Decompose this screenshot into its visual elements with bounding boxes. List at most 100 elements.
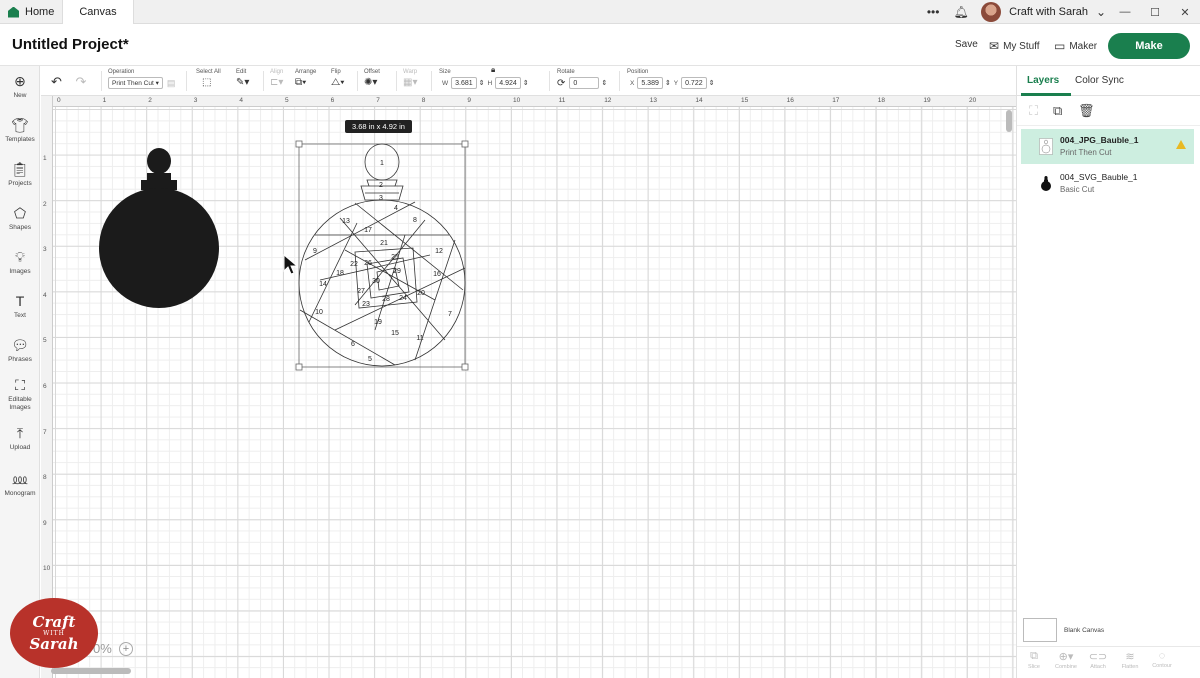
avatar[interactable] <box>981 2 1002 22</box>
sidebar-item-text[interactable]: T Text <box>0 292 40 320</box>
size-h-stepper[interactable]: ⇕ <box>523 79 529 87</box>
text-icon: T <box>15 293 25 309</box>
size-w-stepper[interactable]: ⇕ <box>479 79 485 87</box>
close-icon[interactable]: ✕ <box>1170 6 1200 19</box>
pattern-piece-number: 3 <box>379 195 383 202</box>
sidebar-item-editable-images[interactable]: ⛶ Editable Images <box>0 376 40 412</box>
selection-handle[interactable] <box>295 363 303 371</box>
layer-item-jpg-bauble[interactable]: 004_JPG_Bauble_1 Print Then Cut <box>1021 129 1194 164</box>
operation-settings-icon[interactable]: ▤ <box>167 78 176 89</box>
sidebar-item-label: Images <box>9 268 31 275</box>
toolbar-divider <box>549 71 550 91</box>
pattern-piece-number: 27 <box>357 288 365 295</box>
horizontal-scrollbar[interactable] <box>51 668 131 674</box>
pos-y-input[interactable]: 0.722 <box>681 77 707 89</box>
tab-layers[interactable]: Layers <box>1027 75 1059 86</box>
pos-x-input[interactable]: 5.389 <box>637 77 663 89</box>
sidebar-item-label: Phrases <box>8 356 32 363</box>
size-h-input[interactable]: 4.924 <box>495 77 521 89</box>
operation-select[interactable]: Print Then Cut ▾ <box>108 77 163 89</box>
pencil-icon: ✎▾ <box>236 77 250 88</box>
ruler-tick-label: 17 <box>832 97 840 104</box>
undo-icon[interactable]: ↶ <box>51 74 62 89</box>
size-w-input[interactable]: 3.681 <box>451 77 477 89</box>
redo-icon[interactable]: ↷ <box>76 74 87 89</box>
tab-home[interactable]: Home <box>0 0 62 24</box>
sidebar-item-monogram[interactable]: ⅏ Monogram <box>0 470 40 498</box>
edit-group[interactable]: Edit ✎▾ <box>236 69 249 88</box>
more-dots-icon[interactable]: ••• <box>919 5 947 19</box>
bauble-silhouette[interactable] <box>97 146 221 312</box>
combine-icon: ⊕▾ <box>1058 651 1074 663</box>
sidebar-item-phrases[interactable]: 💬︎ Phrases <box>0 336 40 364</box>
select-all-label: Select All <box>196 69 221 75</box>
bauble-hanger-shape <box>147 148 171 174</box>
select-all-group[interactable]: Select All ⬚ <box>196 69 221 88</box>
rotate-label: Rotate <box>557 69 575 75</box>
toolbar-divider <box>186 71 187 91</box>
sidebar-item-templates[interactable]: 👕︎ Templates <box>0 116 40 144</box>
layer-name: 004_JPG_Bauble_1 <box>1060 135 1139 145</box>
maker-button[interactable]: ▭ Maker <box>1054 39 1097 53</box>
bauble-body-shape <box>99 188 219 308</box>
layer-operation: Basic Cut <box>1060 185 1095 194</box>
pattern-piece-number: 19 <box>374 319 382 326</box>
pos-y-label: Y <box>673 79 679 87</box>
selection-handle[interactable] <box>461 140 469 148</box>
sidebar-item-label: Monogram <box>4 490 36 497</box>
minimize-icon[interactable]: — <box>1110 6 1140 18</box>
make-button[interactable]: Make <box>1108 33 1190 59</box>
pos-x-stepper[interactable]: ⇕ <box>665 79 671 87</box>
project-title[interactable]: Untitled Project* <box>12 36 129 53</box>
lock-icon[interactable]: 🔒︎ <box>491 65 495 75</box>
zoom-in-button[interactable]: + <box>119 642 133 656</box>
contour-button[interactable]: ◌ Contour <box>1147 650 1177 669</box>
align-label: Align <box>270 69 284 75</box>
pos-y-stepper[interactable]: ⇕ <box>709 79 715 87</box>
offset-group[interactable]: Offset ✺▾ <box>364 69 380 88</box>
slice-button[interactable]: ⧉ Slice <box>1019 650 1049 670</box>
bell-icon[interactable]: 🔔︎ <box>947 5 975 19</box>
tab-color-sync[interactable]: Color Sync <box>1075 75 1124 86</box>
maximize-icon[interactable]: ☐ <box>1140 6 1170 19</box>
group-icon[interactable]: ⛶ <box>1029 103 1038 119</box>
chevron-down-icon[interactable]: ⌄ <box>1092 5 1110 19</box>
rotate-stepper[interactable]: ⇕ <box>601 79 607 87</box>
sidebar-item-images[interactable]: 💡︎ Images <box>0 248 40 276</box>
ruler-tick-label: 15 <box>741 97 749 104</box>
warp-group[interactable]: Warp ▦▾ <box>403 69 417 88</box>
user-name[interactable]: Craft with Sarah <box>1009 6 1088 18</box>
sidebar-item-new[interactable]: ⊕ New <box>0 72 40 100</box>
vertical-scrollbar[interactable] <box>1006 110 1012 132</box>
design-canvas[interactable]: 0 1 2 3 4 5 6 7 8 9 10 11 12 13 14 15 16 17 18 19 20 1234567… <box>41 96 1016 678</box>
sidebar-item-projects[interactable]: 📋︎ Projects <box>0 160 40 188</box>
layer-item-svg-bauble[interactable]: 004_SVG_Bauble_1 Basic Cut <box>1021 166 1194 201</box>
my-stuff-button[interactable]: ✉ My Stuff <box>989 39 1040 53</box>
selection-handle[interactable] <box>461 363 469 371</box>
ruler-tick-label: 19 <box>923 97 931 104</box>
toolbar-divider <box>431 71 432 91</box>
pattern-bauble-selection[interactable]: 1234567891011121314151617181920212223242… <box>295 140 473 372</box>
blank-canvas-swatch[interactable] <box>1023 618 1057 642</box>
tab-canvas[interactable]: Canvas <box>62 0 134 24</box>
ruler-tick-label: 2 <box>148 97 152 104</box>
shapes-icon: ⬠ <box>13 205 27 221</box>
warning-icon[interactable] <box>1176 140 1186 149</box>
flatten-button[interactable]: ≋ Flatten <box>1115 650 1145 670</box>
edit-label: Edit <box>236 69 247 75</box>
blank-canvas-label: Blank Canvas <box>1064 627 1105 634</box>
arrange-group[interactable]: Arrange ⧉▾ <box>295 69 316 88</box>
attach-button[interactable]: ⊂⊃ Attach <box>1083 650 1113 670</box>
sidebar-item-shapes[interactable]: ⬠ Shapes <box>0 204 40 232</box>
flip-group[interactable]: Flip ⧍▾ <box>331 69 345 88</box>
combine-button[interactable]: ⊕▾ Combine <box>1051 650 1081 670</box>
flip-icon: ⧍▾ <box>331 77 345 88</box>
pattern-piece-number: 23 <box>362 301 370 308</box>
align-group[interactable]: Align ⊏▾ <box>270 69 283 88</box>
trash-icon[interactable]: 🗑︎ <box>1078 103 1095 119</box>
save-button[interactable]: Save <box>955 39 978 50</box>
rotate-input[interactable]: 0 <box>569 77 600 89</box>
selection-handle[interactable] <box>295 140 303 148</box>
duplicate-icon[interactable]: ⧉ <box>1053 103 1062 119</box>
sidebar-item-upload[interactable]: ⤒ Upload <box>0 424 40 452</box>
